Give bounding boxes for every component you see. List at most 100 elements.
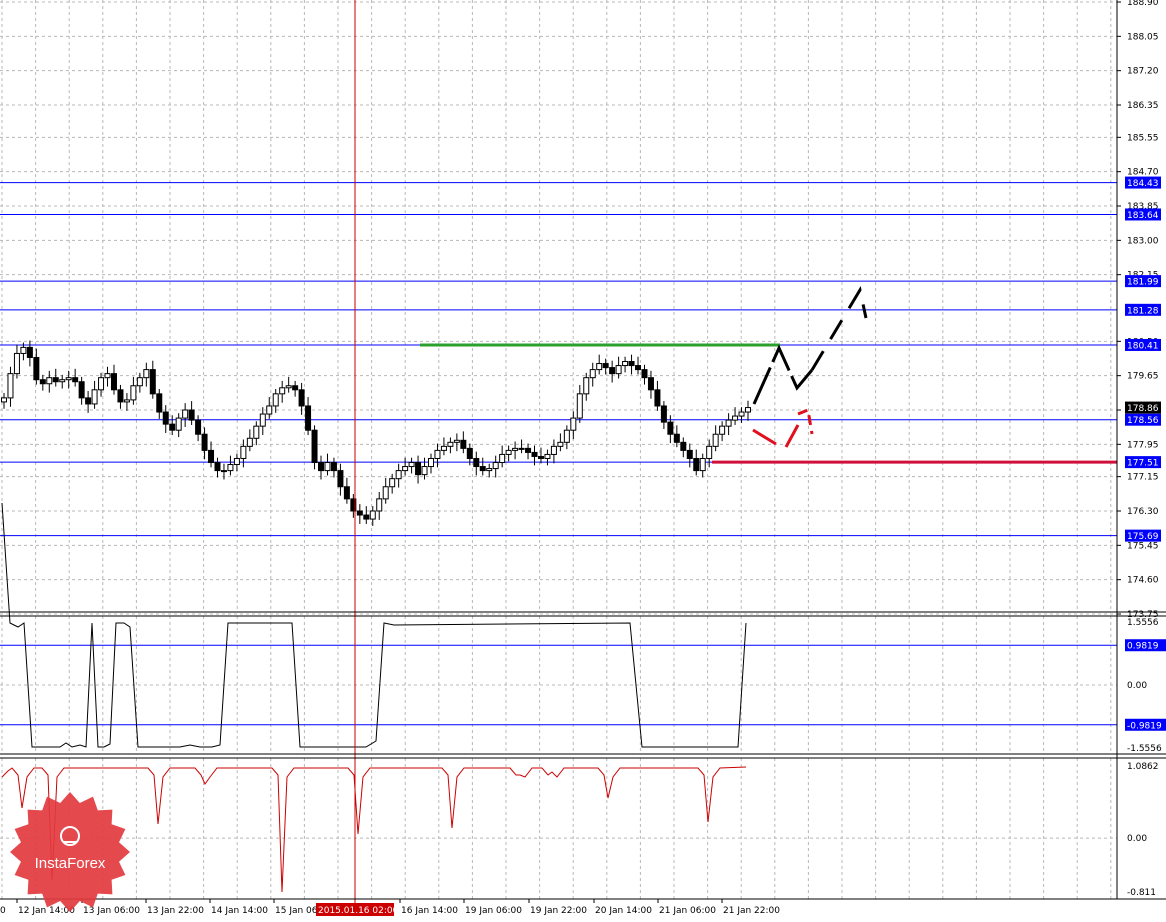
candle-body: [214, 462, 221, 472]
candle-body: [544, 453, 551, 459]
candle-body: [78, 381, 85, 399]
candle-body: [65, 377, 72, 381]
candle-body: [473, 457, 480, 468]
cursor-date-label: 2015.01.16 02:00: [318, 906, 399, 916]
candle-body: [563, 429, 570, 443]
main-levels: [0, 182, 1117, 537]
candle-body: [427, 457, 434, 468]
forecast-red-3: [797, 407, 814, 435]
candle-body: [330, 462, 337, 472]
candle-body: [292, 385, 299, 391]
forecast-black-path-2: [810, 285, 868, 371]
candle-body: [654, 389, 661, 407]
level-price-label: 181.99: [1127, 278, 1159, 288]
candle-body: [706, 445, 713, 459]
candle-body: [72, 377, 79, 383]
candle-body: [647, 377, 654, 391]
candle-body: [26, 346, 33, 358]
candle-body: [447, 441, 454, 447]
candle-body: [363, 514, 370, 520]
candle-body: [725, 419, 732, 427]
forecast-paths: [752, 285, 868, 448]
candle-body: [557, 441, 564, 447]
candle-body: [305, 405, 312, 431]
x-tick-label: 19 Jan 22:00: [530, 906, 587, 916]
x-tick-first: 0: [0, 906, 6, 916]
level-price-label: 178.56: [1127, 416, 1159, 426]
candle-body: [602, 363, 609, 369]
candle-body: [492, 462, 499, 470]
candle-body: [1, 397, 7, 403]
candle-body: [635, 365, 642, 371]
y-tick-label: 184.70: [1127, 168, 1159, 178]
price-chart[interactable]: 188.90 188.05 187.20 186.35 185.55 184.70 183.…: [0, 0, 1166, 922]
candle-body: [182, 409, 189, 419]
y-tick-label: 176.30: [1127, 507, 1159, 517]
candle-body: [266, 405, 273, 415]
candle-body: [531, 451, 538, 457]
forecast-red-1: [752, 428, 777, 446]
candle-body: [85, 397, 92, 405]
ind1-tick-label: 1.5556: [1127, 618, 1159, 628]
level-price-label: 175.69: [1127, 532, 1159, 542]
candle-body: [745, 407, 751, 413]
candle-body: [123, 399, 130, 403]
candle-body: [512, 447, 519, 451]
candle-body: [188, 409, 195, 421]
y-tick-label: 177.15: [1127, 473, 1159, 483]
candle-body: [596, 363, 603, 371]
candle-body: [402, 466, 409, 472]
candle-body: [479, 466, 486, 472]
candle-body: [499, 453, 506, 464]
candle-body: [143, 369, 150, 379]
candle-body: [453, 439, 460, 443]
candle-body: [570, 417, 577, 431]
candle-body: [686, 449, 693, 459]
ind2-tick-label: 1.0862: [1127, 762, 1159, 772]
candle-body: [13, 352, 20, 375]
candle-body: [169, 423, 176, 431]
candle-body: [136, 377, 143, 387]
level-price-label: 183.64: [1127, 211, 1159, 221]
x-tick-label: 13 Jan 22:00: [147, 906, 204, 916]
ind1-line: [1, 502, 747, 748]
candle-body: [466, 447, 473, 459]
candle-body: [615, 365, 622, 375]
ind1-level-label: -0.9819: [1127, 721, 1162, 731]
candle-body: [434, 449, 441, 459]
candle-body: [311, 429, 318, 464]
candle-body: [20, 346, 27, 354]
candle-body: [233, 457, 240, 466]
candle-body: [117, 389, 124, 403]
y-tick-label: 187.20: [1127, 67, 1159, 77]
candle-body: [324, 462, 331, 472]
candle-body: [589, 369, 596, 379]
candle-body: [285, 385, 292, 389]
candle-body: [609, 367, 616, 375]
indicator-1: [0, 502, 1117, 748]
ind1-level-label: 0.9819: [1127, 642, 1159, 652]
candle-body: [220, 470, 227, 473]
candle-body: [395, 470, 402, 480]
candle-body: [98, 377, 105, 391]
candle-body: [240, 445, 247, 459]
candle-body: [738, 411, 745, 417]
candle-body: [421, 466, 428, 476]
level-price-label: 181.28: [1127, 306, 1159, 316]
candle-body: [201, 433, 208, 451]
candle-body: [253, 425, 260, 439]
candle-body: [39, 379, 46, 385]
y-axis-labels: 188.90 188.05 187.20 186.35 185.55 184.70 183.…: [1117, 0, 1166, 898]
candle-body: [680, 441, 687, 451]
candle-body: [712, 433, 719, 447]
y-tick-label: 183.00: [1127, 236, 1159, 246]
y-tick-label: 188.90: [1127, 0, 1159, 8]
y-tick-label: 174.60: [1127, 576, 1159, 586]
watermark-text: InstaForex: [35, 855, 106, 872]
candle-body: [550, 445, 557, 455]
x-tick-label: 13 Jan 06:00: [83, 906, 140, 916]
candle-body: [272, 393, 279, 407]
candle-body: [537, 455, 544, 459]
watermark-logo: InstaForex: [10, 792, 130, 912]
y-tick-label: 186.35: [1127, 101, 1159, 111]
